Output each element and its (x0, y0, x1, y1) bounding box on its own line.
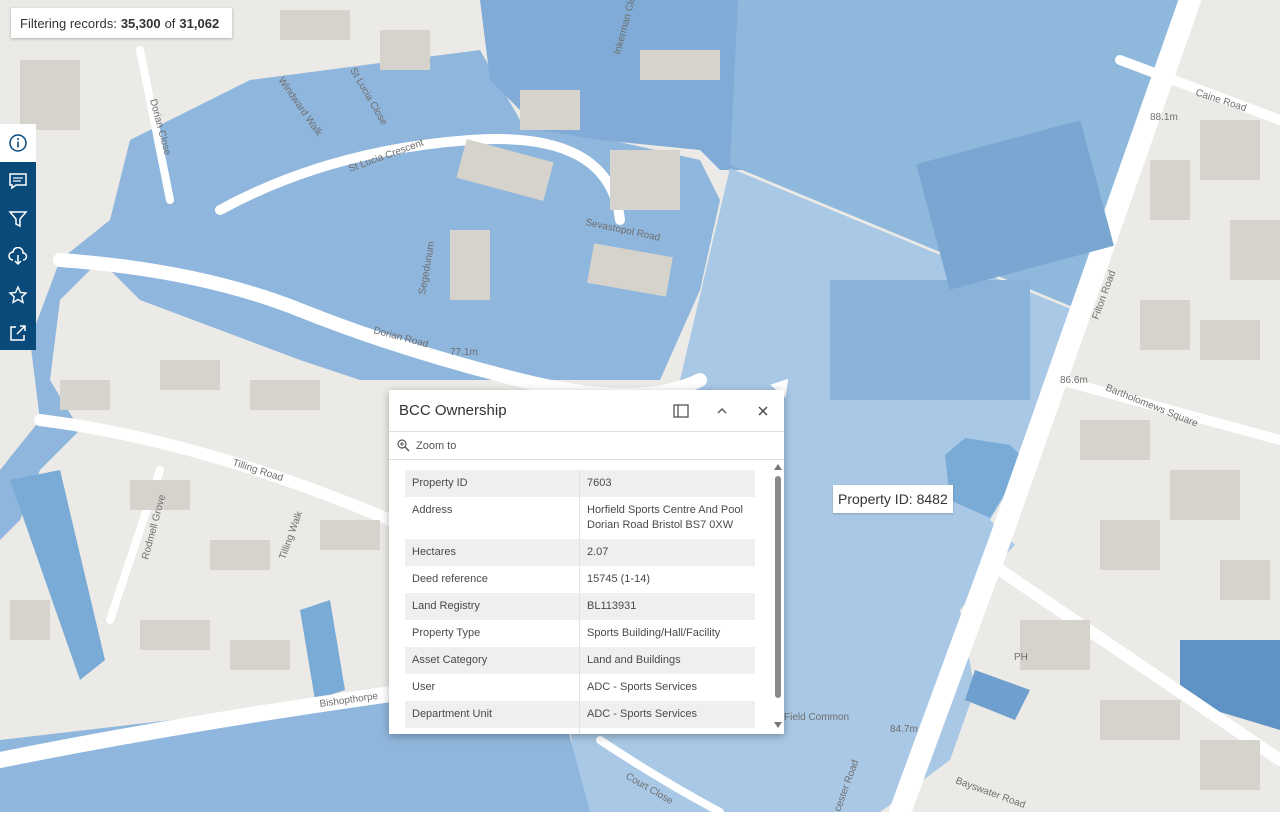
zoom-to-label: Zoom to (416, 439, 457, 452)
popup-title: BCC Ownership (399, 402, 507, 419)
svg-text:88.1m: 88.1m (1150, 112, 1178, 123)
star-icon (8, 285, 28, 304)
attribute-value: 2.07 (579, 539, 755, 566)
attribute-value: Ownership Record (580, 728, 756, 734)
attribute-value: Horfield Sports Centre And Pool Dorian R… (587, 504, 743, 531)
download-button[interactable] (0, 238, 36, 276)
zoom-to-button[interactable]: Zoom to (389, 432, 784, 460)
dock-icon (673, 404, 689, 418)
attribute-value: Sports Building/Hall/Facility (587, 627, 721, 639)
attribute-value: ADC - Sports Services (579, 701, 755, 728)
svg-text:84.7m: 84.7m (890, 724, 918, 735)
zoom-in-icon (397, 439, 410, 452)
attribute-row: Address Horfield Sports Centre And Pool D… (405, 497, 755, 539)
attribute-row: Property Type Sports Building/Hall/Facili… (405, 620, 755, 647)
attribute-key: Deed reference (405, 566, 580, 593)
attribute-key: Land Registry (405, 593, 580, 620)
attribute-value: 7603 (579, 470, 755, 497)
attribute-key: Property ID (405, 470, 580, 497)
attribute-row: Department Unit ADC - Sports Services (405, 701, 755, 728)
attribute-value: ADC - Sports Services (587, 681, 698, 693)
attribute-value: Land and Buildings (579, 647, 755, 674)
attribute-row: Record TypeOwnership Record (405, 728, 755, 734)
attribute-row: User ADC - Sports Services (405, 674, 755, 701)
svg-text:86.6m: 86.6m (1060, 375, 1088, 386)
attribute-value: 15745 (1-14) (587, 573, 650, 585)
popup-header: BCC Ownership (389, 390, 784, 432)
hover-property-label: Property ID: 8482 (833, 485, 953, 513)
popup-scrollbar[interactable] (773, 464, 783, 730)
filter-records-readout: Filtering records: 35,300 of 31,062 (11, 8, 233, 38)
attribute-key: Asset Category (405, 647, 580, 674)
attribute-key: User (405, 674, 580, 701)
attribute-row: Hectares 2.07 (405, 539, 755, 566)
filter-button[interactable] (0, 200, 36, 238)
filter-icon (8, 211, 28, 228)
left-toolbar (0, 124, 36, 350)
close-button[interactable] (750, 398, 776, 424)
attribute-key: Address (405, 497, 580, 539)
filter-label: Filtering records: (20, 15, 117, 31)
attribute-row: Asset Category Land and Buildings (405, 647, 755, 674)
share-icon (10, 325, 26, 341)
comment-icon (9, 173, 27, 190)
svg-text:PH: PH (1014, 652, 1028, 663)
attribute-table-wrap: Property ID 7603 Address Horfield Sports Ce… (389, 460, 784, 734)
svg-text:Field Common: Field Common (784, 712, 849, 723)
svg-text:77.1m: 77.1m (450, 347, 478, 358)
attribute-value: BL113931 (579, 593, 755, 620)
attribute-row: Property ID 7603 (405, 470, 755, 497)
filter-shown-count: 35,300 (120, 15, 161, 31)
share-button[interactable] (0, 314, 36, 352)
attribute-key: Hectares (405, 539, 580, 566)
attribute-row: Land Registry BL113931 (405, 593, 755, 620)
attribute-key: Department Unit (405, 701, 580, 728)
scroll-up-arrow[interactable] (774, 464, 782, 470)
info-button[interactable] (0, 124, 36, 162)
close-icon (758, 406, 768, 416)
scroll-down-arrow[interactable] (774, 722, 782, 728)
attribute-row: Deed reference 15745 (1-14) (405, 566, 755, 593)
info-icon (9, 134, 27, 152)
bookmarks-button[interactable] (0, 276, 36, 314)
attribute-table: Property ID 7603 Address Horfield Sports Ce… (405, 470, 755, 734)
attribute-key: Property Type (405, 620, 580, 647)
chevron-up-icon (717, 408, 727, 414)
bottom-strip (0, 812, 1280, 823)
feature-popup: BCC Ownership Zoom to Property ID 7603 Add… (389, 390, 784, 734)
filter-total-count: 31,062 (179, 15, 220, 31)
attribute-key: Record Type (405, 728, 580, 734)
collapse-button[interactable] (709, 398, 735, 424)
dock-button[interactable] (668, 398, 694, 424)
scroll-thumb[interactable] (775, 476, 781, 698)
filter-separator: of (164, 15, 176, 31)
cloud-download-icon (8, 247, 28, 266)
comments-button[interactable] (0, 162, 36, 200)
